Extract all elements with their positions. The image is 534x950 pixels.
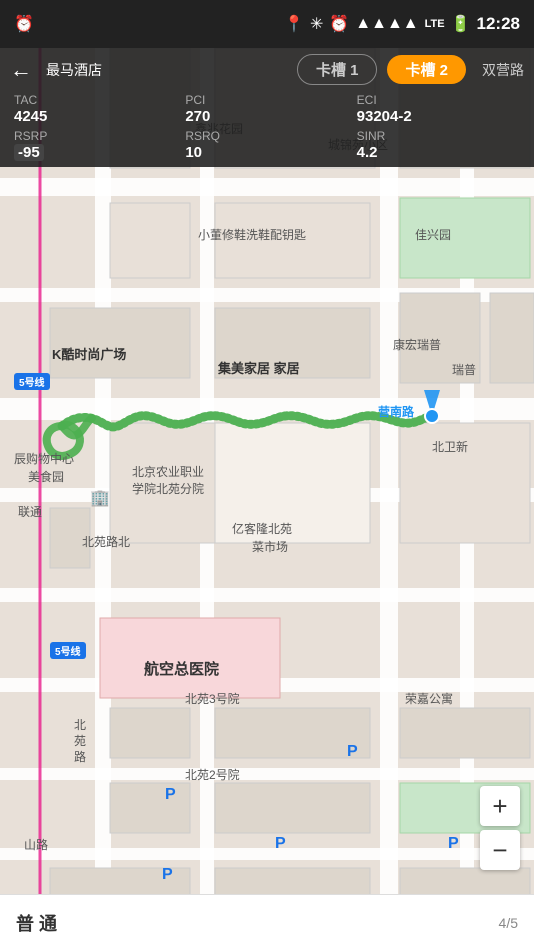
rsrq-value: 10 bbox=[185, 144, 202, 161]
tab-card2[interactable]: 卡槽 2 bbox=[387, 55, 466, 84]
map-area[interactable]: 鑫兆花园 城锦苑小区 小董修鞋洗鞋配钥匙 佳兴园 K酷时尚广场 集美家居 家居 … bbox=[0, 48, 534, 950]
parking-1: P bbox=[347, 743, 358, 761]
eci-value: 93204-2 bbox=[357, 108, 412, 125]
rsrp-label: RSRP bbox=[14, 129, 47, 143]
info-grid: TAC 4245 PCI 270 ECI 93204-2 RSRP -95 RS… bbox=[0, 89, 534, 163]
sinr-cell: SINR 4.2 bbox=[353, 127, 524, 163]
eci-cell: ECI 93204-2 bbox=[353, 91, 524, 127]
rsrp-value: -95 bbox=[14, 144, 44, 161]
bottom-bar: 普 通 4/5 bbox=[0, 894, 534, 950]
parking-2: P bbox=[165, 786, 176, 804]
sinr-label: SINR bbox=[357, 129, 386, 143]
metro-badge-5-bot: 5号线 bbox=[50, 642, 86, 659]
location-icon: 📍 bbox=[284, 14, 304, 34]
bluetooth-icon: ✳ bbox=[310, 14, 323, 34]
tab-card1[interactable]: 卡槽 1 bbox=[297, 54, 378, 85]
bottom-mode-label: 普 通 bbox=[16, 910, 57, 936]
tac-cell: TAC 4245 bbox=[10, 91, 181, 127]
zoom-out-button[interactable]: − bbox=[480, 830, 520, 870]
rsrq-cell: RSRQ 10 bbox=[181, 127, 352, 163]
status-bar: ⏰ 📍 ✳ ⏰ ▲▲▲▲ LTE 🔋 12:28 bbox=[0, 0, 534, 48]
road-label-right: 双营路 bbox=[482, 60, 524, 80]
eci-label: ECI bbox=[357, 93, 377, 107]
status-time: 12:28 bbox=[477, 14, 520, 34]
signal-icon: ▲▲▲▲ bbox=[355, 15, 418, 33]
tac-value: 4245 bbox=[14, 108, 47, 125]
battery-icon: 🔋 bbox=[451, 14, 471, 34]
metro-badge-5-top: 5号线 bbox=[14, 373, 50, 390]
pci-cell: PCI 270 bbox=[181, 91, 352, 127]
alarm-icon: ⏰ bbox=[14, 14, 34, 34]
bottom-page-label: 4/5 bbox=[499, 915, 518, 931]
lte-icon: LTE bbox=[425, 18, 445, 30]
zoom-in-button[interactable]: + bbox=[480, 786, 520, 826]
parking-4: P bbox=[162, 866, 173, 884]
location-label: 最马酒店 bbox=[46, 60, 102, 80]
sinr-value: 4.2 bbox=[357, 144, 378, 161]
back-button[interactable]: ← bbox=[10, 57, 32, 83]
rsrp-cell: RSRP -95 bbox=[10, 127, 181, 163]
parking-3: P bbox=[275, 835, 286, 853]
pci-value: 270 bbox=[185, 108, 210, 125]
pci-label: PCI bbox=[185, 93, 205, 107]
poi-icon-1: 🏢 bbox=[90, 488, 110, 508]
clock-icon: ⏰ bbox=[329, 14, 349, 34]
map-svg bbox=[0, 48, 534, 950]
parking-5: P bbox=[448, 835, 459, 853]
rsrq-label: RSRQ bbox=[185, 129, 220, 143]
top-panel: ← 最马酒店 卡槽 1 卡槽 2 双营路 TAC 4245 PCI 270 EC… bbox=[0, 48, 534, 167]
tac-label: TAC bbox=[14, 93, 37, 107]
tab-row: ← 最马酒店 卡槽 1 卡槽 2 双营路 bbox=[0, 48, 534, 89]
zoom-controls: + − bbox=[480, 786, 520, 870]
